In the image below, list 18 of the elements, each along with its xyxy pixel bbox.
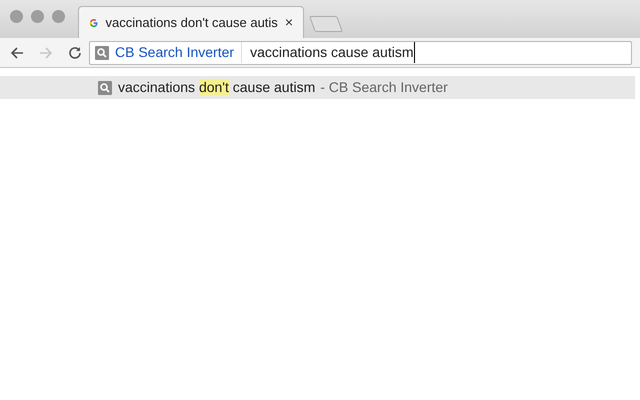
search-icon xyxy=(98,80,112,94)
window-button[interactable] xyxy=(52,10,65,23)
suggestion-text: vaccinations don't cause autism xyxy=(118,78,316,97)
tab-title: vaccinations don't cause autis xyxy=(106,14,278,32)
browser-tab[interactable]: vaccinations don't cause autis × xyxy=(78,6,304,38)
search-keyword: CB Search Inverter xyxy=(115,42,242,63)
search-icon xyxy=(95,46,109,60)
window-button[interactable] xyxy=(31,10,44,23)
reload-icon[interactable] xyxy=(67,44,83,60)
forward-icon[interactable] xyxy=(38,44,54,60)
window-button[interactable] xyxy=(10,10,23,23)
suggestion-row[interactable]: vaccinations don't cause autism - CB Search Inverter xyxy=(0,76,635,99)
close-icon[interactable]: × xyxy=(284,12,293,33)
address-text: vaccinations cause autism xyxy=(250,42,416,63)
new-tab-button[interactable] xyxy=(309,16,343,32)
back-icon[interactable] xyxy=(9,44,25,60)
address-bar[interactable]: CB Search Inverter vaccinations cause autism xyxy=(89,40,632,64)
suggestion-source: - CB Search Inverter xyxy=(320,78,448,97)
